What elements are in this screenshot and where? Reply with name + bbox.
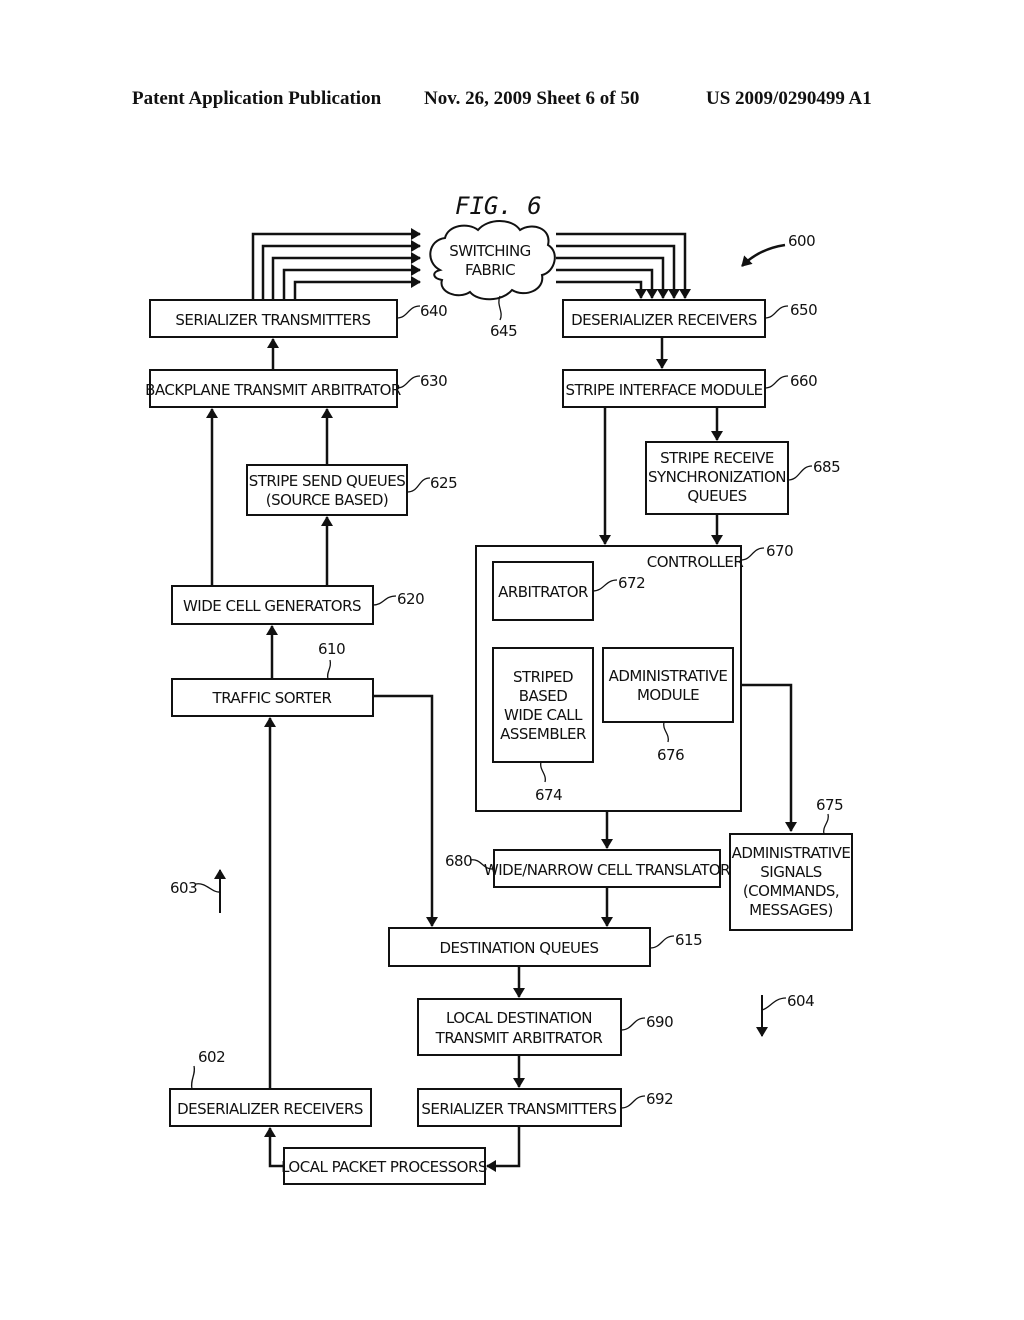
destination-queues-615: DESTINATION QUEUES <box>388 927 651 967</box>
serializer-transmitters-640: SERIALIZER TRANSMITTERS <box>149 299 398 338</box>
ref-602: 602 <box>198 1048 225 1066</box>
ref-620: 620 <box>397 590 424 608</box>
admin-signals-label-4: MESSAGES) <box>749 901 833 919</box>
admin-module-label-1: ADMINISTRATIVE <box>609 667 728 685</box>
translator-label: WIDE/NARROW CELL TRANSLATOR <box>484 861 730 879</box>
wide-cell-generators-label: WIDE CELL GENERATORS <box>183 597 361 615</box>
traffic-sorter-610: TRAFFIC SORTER <box>171 678 374 717</box>
ref-670: 670 <box>766 542 793 560</box>
stripe-send-queues-625: STRIPE SEND QUEUES (SOURCE BASED) <box>246 464 408 516</box>
stripe-receive-sync-label-1: STRIPE RECEIVE <box>660 449 774 467</box>
assembler-label-1: STRIPED <box>513 668 573 686</box>
ref-603: 603 <box>170 879 197 897</box>
rx-bus-arrows <box>556 232 691 299</box>
ref-680: 680 <box>445 852 472 870</box>
ref-630: 630 <box>420 372 447 390</box>
backplane-transmit-arbitrator-630: BACKPLANE TRANSMIT ARBITRATOR <box>145 369 401 408</box>
ref-650: 650 <box>790 301 817 319</box>
serializer-transmitters-692: SERIALIZER TRANSMITTERS <box>417 1088 622 1127</box>
assembler-label-3: WIDE CALL <box>504 706 583 724</box>
local-dest-arb-label-2: TRANSMIT ARBITRATOR <box>435 1029 603 1047</box>
ref-674: 674 <box>535 786 562 804</box>
local-dest-arb-label-1: LOCAL DESTINATION <box>446 1009 592 1027</box>
ref-675: 675 <box>816 796 843 814</box>
ref-640: 640 <box>420 302 447 320</box>
ref-600: 600 <box>788 232 815 250</box>
serializer-transmitters-640-label: SERIALIZER TRANSMITTERS <box>175 311 370 329</box>
deserializer-receivers-650-label: DESERIALIZER RECEIVERS <box>571 311 757 329</box>
ref-615: 615 <box>675 931 702 949</box>
admin-signals-label-1: ADMINISTRATIVE <box>732 844 851 862</box>
ref-676: 676 <box>657 746 684 764</box>
ref-672: 672 <box>618 574 645 592</box>
local-packet-processors-label: LOCAL PACKET PROCESSORS <box>281 1158 487 1176</box>
ref-690: 690 <box>646 1013 673 1031</box>
admin-module-label-2: MODULE <box>637 686 699 704</box>
ref-685: 685 <box>813 458 840 476</box>
deserializer-receivers-602: DESERIALIZER RECEIVERS <box>169 1088 372 1127</box>
wide-narrow-cell-translator-680: WIDE/NARROW CELL TRANSLATOR <box>484 849 731 888</box>
administrative-signals-675: ADMINISTRATIVE SIGNALS (COMMANDS, MESSAG… <box>729 833 853 931</box>
ref-604: 604 <box>787 992 814 1010</box>
administrative-module-676: ADMINISTRATIVE MODULE <box>602 647 734 723</box>
figure-title: FIG. 6 <box>455 192 542 220</box>
backplane-transmit-arbitrator-label: BACKPLANE TRANSMIT ARBITRATOR <box>145 381 401 399</box>
stripe-receive-sync-label-2: SYNCHRONIZATION <box>648 468 786 486</box>
switching-fabric-cloud: SWITCHING FABRIC <box>429 220 556 301</box>
ref-645: 645 <box>490 322 517 340</box>
tx-bus-arrows <box>251 228 421 300</box>
wide-cell-generators-620: WIDE CELL GENERATORS <box>171 585 374 625</box>
ref-692: 692 <box>646 1090 673 1108</box>
admin-signals-label-2: SIGNALS <box>760 863 821 881</box>
stripe-send-queues-label-1: STRIPE SEND QUEUES <box>249 472 406 490</box>
switching-fabric-label-1: SWITCHING <box>449 242 531 260</box>
stripe-receive-sync-label-3: QUEUES <box>687 487 746 505</box>
arbitrator-672: ARBITRATOR <box>492 561 594 621</box>
local-packet-processors: LOCAL PACKET PROCESSORS <box>281 1147 487 1185</box>
deserializer-receivers-650: DESERIALIZER RECEIVERS <box>562 299 766 338</box>
stripe-send-queues-label-2: (SOURCE BASED) <box>266 491 389 509</box>
assembler-label-4: ASSEMBLER <box>500 725 586 743</box>
serializer-transmitters-692-label: SERIALIZER TRANSMITTERS <box>421 1100 616 1118</box>
switching-fabric-label-2: FABRIC <box>465 261 515 279</box>
traffic-sorter-label: TRAFFIC SORTER <box>212 689 332 707</box>
stripe-interface-module-label: STRIPE INTERFACE MODULE <box>565 381 762 399</box>
controller-label: CONTROLLER <box>647 553 744 571</box>
destination-queues-label: DESTINATION QUEUES <box>439 939 598 957</box>
ref-610: 610 <box>318 640 345 658</box>
block-diagram: FIG. 6 SWITCHING FABRIC 645 600 SERIALIZ… <box>145 192 853 1185</box>
admin-signals-label-3: (COMMANDS, <box>743 882 839 900</box>
assembler-label-2: BASED <box>519 687 568 705</box>
ref-625: 625 <box>430 474 457 492</box>
deserializer-receivers-602-label: DESERIALIZER RECEIVERS <box>177 1100 363 1118</box>
stripe-interface-module-660: STRIPE INTERFACE MODULE <box>562 369 766 408</box>
ref-660: 660 <box>790 372 817 390</box>
striped-wide-call-assembler-674: STRIPED BASED WIDE CALL ASSEMBLER <box>492 647 594 763</box>
arbitrator-label: ARBITRATOR <box>498 583 588 601</box>
stripe-receive-sync-queues-685: STRIPE RECEIVE SYNCHRONIZATION QUEUES <box>645 441 789 515</box>
local-destination-transmit-arbitrator-690: LOCAL DESTINATION TRANSMIT ARBITRATOR <box>417 998 622 1056</box>
